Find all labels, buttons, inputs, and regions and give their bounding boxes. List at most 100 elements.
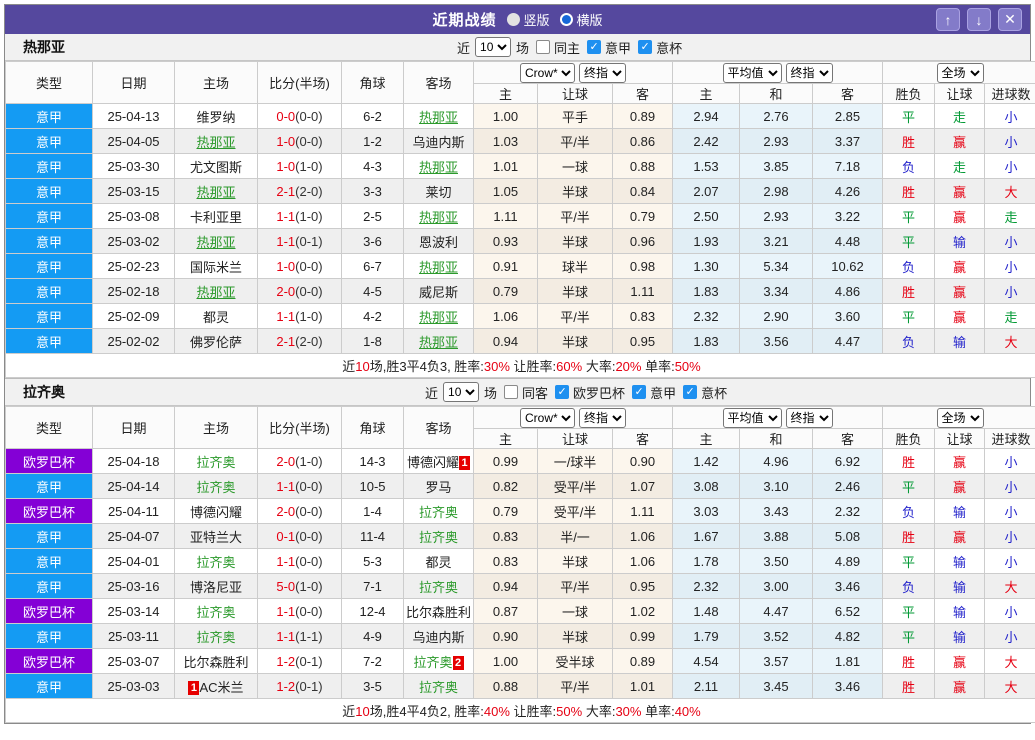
team-link[interactable]: 拉齐奥 (196, 555, 235, 570)
league-cell: 意甲 (5, 103, 93, 129)
layout-option-horizontal[interactable]: 横版 (559, 10, 603, 29)
fulltime-score: 1-2 (276, 653, 296, 669)
match-count-select[interactable]: 10 (475, 37, 512, 57)
result-goals-cell: 大 (984, 648, 1035, 674)
fulltime-group-select[interactable]: 全场 (936, 62, 984, 83)
avg-draw-cell: 3.56 (739, 328, 813, 354)
col-header-result-wdl: 胜负 (882, 428, 936, 449)
average-odds-group-select[interactable]: 终指 (785, 407, 833, 428)
odds-handicap-cell: 半球 (537, 178, 613, 204)
score-cell: 1-1(0-1) (257, 228, 342, 254)
team-link: 比尔森胜利 (183, 654, 249, 670)
home-team-cell: 亚特兰大 (174, 523, 258, 549)
team-link[interactable]: 热那亚 (419, 110, 458, 125)
summary-text: 大率: (582, 704, 616, 719)
result-wdl-cell: 平 (882, 623, 936, 649)
team-link[interactable]: 拉齐奥 (419, 530, 458, 545)
team-link[interactable]: 热那亚 (196, 185, 235, 200)
league-filter-checkbox[interactable]: ✓ (638, 40, 653, 54)
match-row: 意甲 25-04-05 热那亚 1-0(0-0) 1-2 乌迪内斯 1.03 平/半 0.86 2… (5, 128, 1035, 154)
odds-home-cell: 1.11 (473, 203, 538, 229)
result-handicap-cell: 输 (934, 623, 986, 649)
halftime-score: (0-0) (295, 258, 323, 274)
team-section: 拉齐奥近 10 场同客 ✓ 欧罗巴杯 ✓ 意甲 ✓ 意杯 类型 日期 主场 比分(半场) 角球 客场 Crow… (4, 378, 1035, 723)
league-filter-checkbox[interactable]: ✓ (632, 385, 647, 399)
average-odds-group-select[interactable]: 终指 (785, 62, 833, 83)
score-cell: 5-0(1-0) (257, 573, 342, 599)
team-link[interactable]: 热那亚 (419, 210, 458, 225)
average-odds-group-select[interactable]: 平均值 (722, 407, 782, 428)
team-link: 国际米兰 (189, 259, 242, 275)
odds-away-cell: 0.89 (612, 103, 673, 129)
odds-source-group-select[interactable]: 终指 (579, 62, 626, 83)
team-link[interactable]: 拉齐奥 (419, 505, 458, 520)
col-header-date: 日期 (92, 61, 175, 104)
avg-away-cell: 5.08 (811, 523, 884, 549)
league-cell: 意甲 (5, 128, 93, 154)
avg-draw-cell: 2.93 (739, 128, 813, 154)
odds-source-group-select[interactable]: Crow* (520, 407, 575, 428)
date-cell: 25-02-02 (92, 328, 175, 354)
corner-cell: 4-9 (341, 623, 404, 649)
odds-handicap-cell: 半球 (537, 548, 613, 574)
away-team-cell: 乌迪内斯 (403, 623, 474, 649)
team-link[interactable]: 拉齐奥 (196, 480, 235, 495)
close-button[interactable]: ✕ (998, 8, 1022, 31)
team-link[interactable]: 拉齐奥 (196, 605, 235, 620)
result-goals-cell: 走 (984, 303, 1035, 329)
odds-handicap-cell: 平/半 (537, 573, 613, 599)
league-filter-checkbox[interactable]: ✓ (683, 385, 698, 399)
result-goals-cell: 小 (984, 253, 1035, 279)
odds-source-group-select[interactable]: 终指 (579, 407, 626, 428)
league-filter-checkbox[interactable]: ✓ (555, 385, 570, 399)
team-link[interactable]: 拉齐奥 (413, 655, 452, 670)
date-cell: 25-03-30 (92, 153, 175, 179)
avg-away-cell: 4.47 (811, 328, 884, 354)
halftime-score: (0-0) (295, 283, 323, 299)
match-count-select[interactable]: 10 (443, 382, 480, 402)
match-row: 欧罗巴杯 25-03-14 拉齐奥 1-1(0-0) 12-4 比尔森胜利 0.87 一球 1.… (5, 598, 1035, 624)
date-cell: 25-04-18 (92, 448, 175, 474)
odds-away-cell: 0.95 (612, 573, 673, 599)
league-filter-checkbox[interactable]: ✓ (587, 40, 602, 54)
team-link[interactable]: 热那亚 (419, 310, 458, 325)
avg-draw-cell: 2.76 (739, 103, 813, 129)
result-goals-cell: 小 (984, 128, 1035, 154)
result-wdl-cell: 胜 (882, 278, 936, 304)
result-handicap-cell: 赢 (934, 278, 986, 304)
move-up-button[interactable]: ↑ (936, 8, 960, 31)
move-down-button[interactable]: ↓ (967, 8, 991, 31)
col-header-odds-handicap: 让球 (537, 428, 613, 449)
team-link[interactable]: 热那亚 (196, 135, 235, 150)
result-wdl-cell: 平 (882, 548, 936, 574)
same-venue-checkbox[interactable] (536, 40, 551, 54)
same-venue-checkbox[interactable] (504, 385, 519, 399)
layout-option-vertical[interactable]: 竖版 (506, 10, 550, 29)
team-link[interactable]: 热那亚 (196, 235, 235, 250)
team-link[interactable]: 拉齐奥 (419, 580, 458, 595)
team-link[interactable]: 拉齐奥 (419, 680, 458, 695)
team-link[interactable]: 热那亚 (196, 285, 235, 300)
odds-source-group-select[interactable]: Crow* (520, 62, 575, 83)
fulltime-score: 2-0 (276, 453, 296, 469)
team-link: 尤文图斯 (189, 159, 242, 175)
team-link[interactable]: 热那亚 (419, 335, 458, 350)
match-row: 意甲 25-03-03 1 AC米兰 1-2(0-1) 3-5 拉齐奥 0.88 平/半 1.01… (5, 673, 1035, 699)
team-link[interactable]: 拉齐奥 (196, 630, 235, 645)
odds-away-cell: 1.06 (612, 548, 673, 574)
summary-text: 让胜率: (509, 704, 557, 719)
halftime-score: (0-0) (295, 553, 323, 569)
fulltime-score: 1-0 (276, 133, 296, 149)
team-link: 都灵 (202, 309, 229, 325)
fulltime-group-select[interactable]: 全场 (936, 407, 984, 428)
score-cell: 1-1(1-1) (257, 623, 342, 649)
halftime-score: (1-1) (295, 628, 323, 644)
team-link[interactable]: 热那亚 (419, 260, 458, 275)
corner-cell: 10-5 (341, 473, 404, 499)
team-link[interactable]: 热那亚 (419, 160, 458, 175)
col-header-avg-draw: 和 (739, 83, 813, 104)
average-odds-group-select[interactable]: 平均值 (722, 62, 782, 83)
team-link[interactable]: 拉齐奥 (196, 455, 235, 470)
odds-handicap-cell: 受半球 (537, 648, 613, 674)
team-link: 比尔森胜利 (405, 604, 471, 620)
